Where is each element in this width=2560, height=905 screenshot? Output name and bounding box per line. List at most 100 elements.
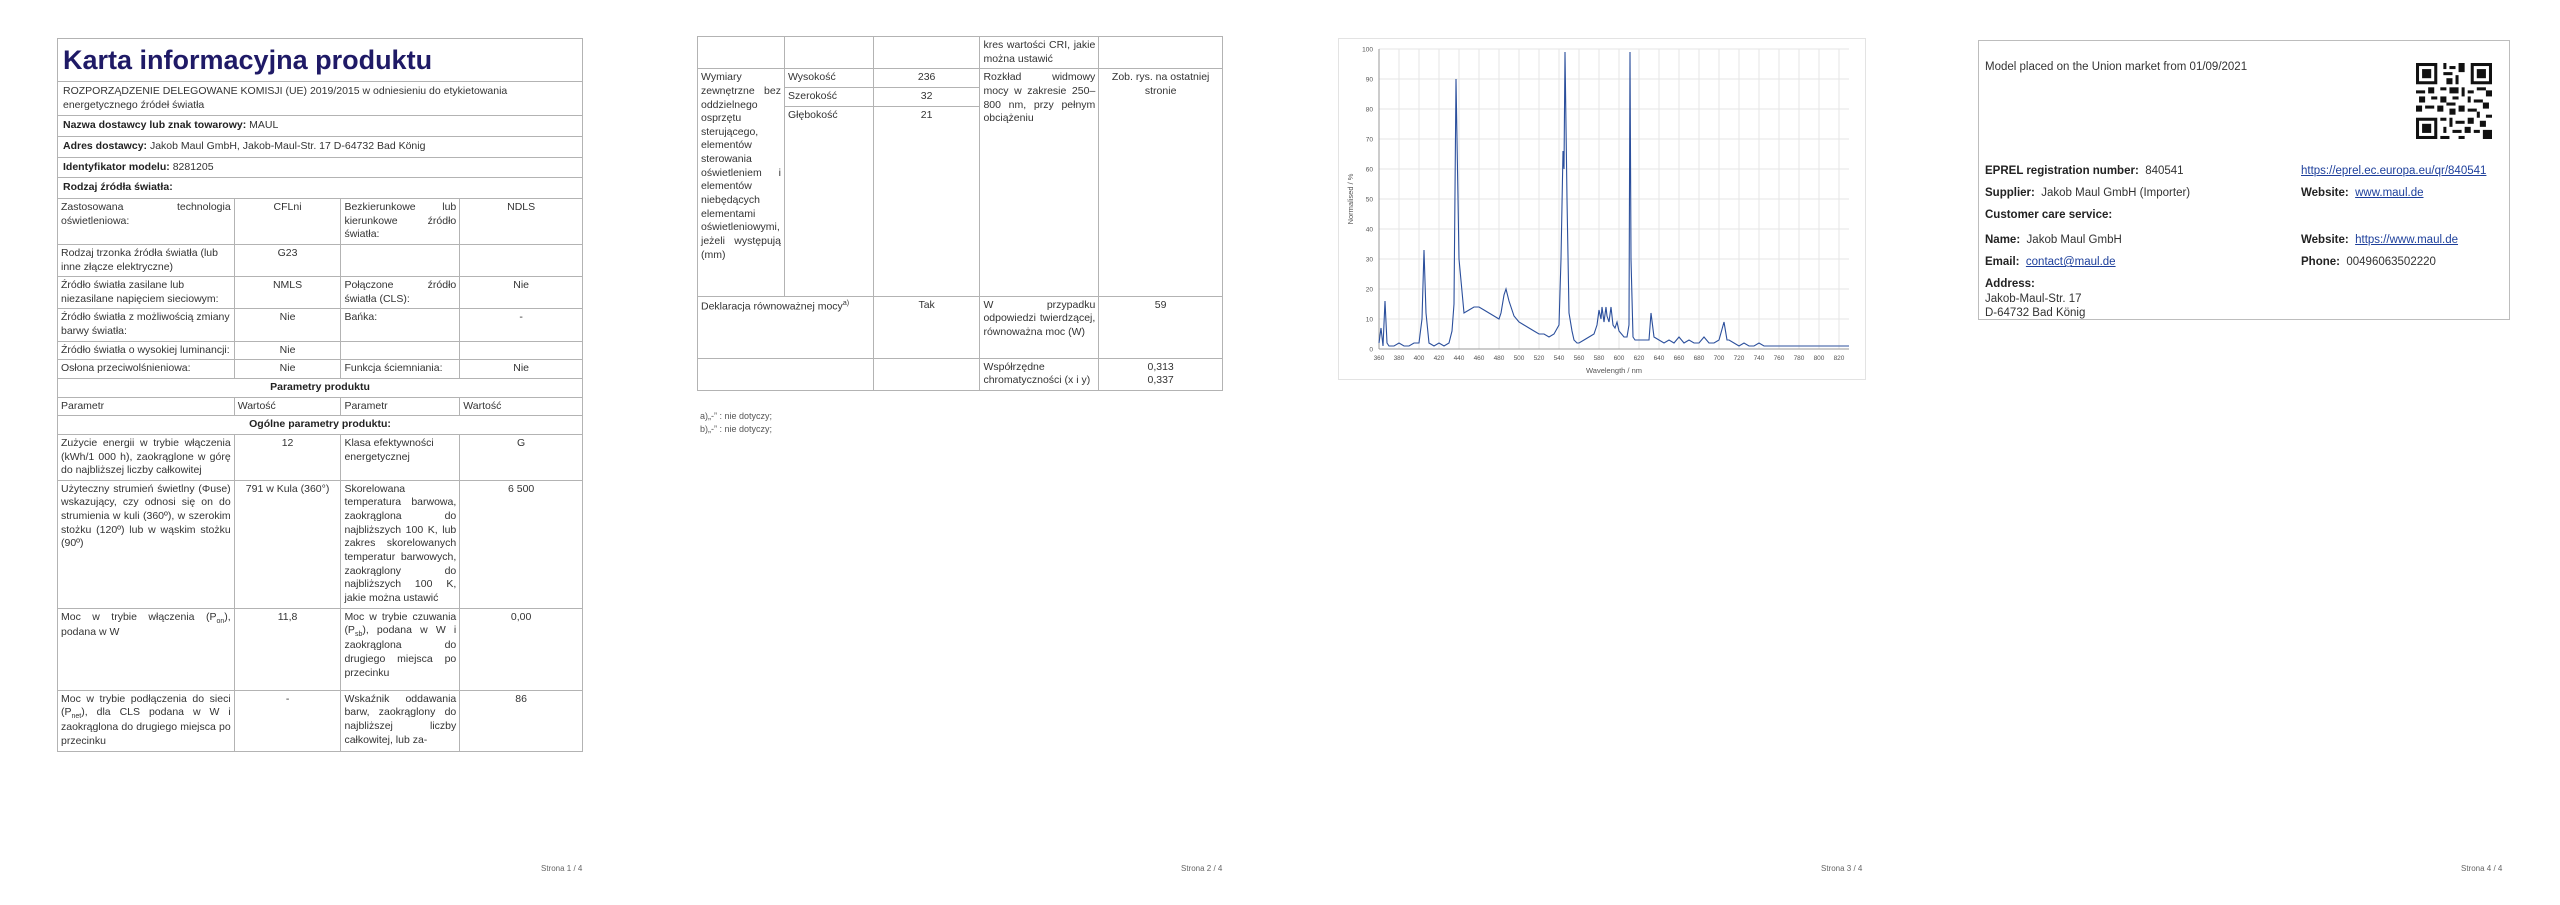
chrom-label: Współrzędne chromatyczności (x i y) (979, 357, 1100, 391)
website-row: Website: www.maul.de (2301, 187, 2424, 199)
light-type-label: Rodzaj źródła światła: (57, 177, 583, 199)
x-tick-label: 360 (1374, 355, 1385, 362)
x-tick-label: 800 (1814, 355, 1825, 362)
y-tick-label: 0 (1369, 347, 1373, 354)
x-tick-label: 720 (1734, 355, 1745, 362)
general-header: Ogólne parametry produktu: (57, 415, 583, 435)
qr-code-icon (2416, 63, 2492, 139)
website-label: Website: (2301, 187, 2349, 199)
row-value: Nie (233, 340, 342, 361)
y-tick-label: 70 (1366, 137, 1374, 144)
x-tick-label: 640 (1654, 355, 1665, 362)
care-name-label: Name: (1985, 234, 2021, 246)
x-tick-label: 420 (1434, 355, 1445, 362)
spd-value: Zob. rys. na ostatniej stronie (1098, 68, 1223, 297)
y-tick-label: 60 (1366, 167, 1374, 174)
col-header: Parametr (340, 396, 461, 417)
phone: 00496063502220 (2346, 256, 2436, 268)
x-tick-label: 760 (1774, 355, 1785, 362)
row-label: Wskaźnik oddawania barw, zaokrąglony do … (340, 689, 461, 752)
params-header: Parametry produktu (57, 377, 583, 398)
website-link[interactable]: www.maul.de (2355, 187, 2423, 199)
row-value: - (233, 689, 342, 752)
table-row: Współrzędne chromatyczności (x i y) 0,31… (697, 357, 1223, 391)
page-number: Strona 3 / 4 (1821, 864, 1863, 873)
eprel-label: EPREL registration number: (1985, 165, 2139, 177)
row-label: Moc w trybie włączenia (Pon), podana w W (57, 607, 235, 691)
row-label: Zużycie energii w trybie włączenia (kWh/… (57, 433, 235, 481)
table-row: Użyteczny strumień świetlny (Φuse) wskaz… (57, 479, 583, 609)
x-tick-label: 480 (1494, 355, 1505, 362)
x-tick-label: 740 (1754, 355, 1765, 362)
row-label: Skorelowana temperatura barwowa, zaokrąg… (340, 479, 461, 609)
row-label: Wysokość (783, 68, 874, 88)
x-tick-label: 380 (1394, 355, 1405, 362)
footnotes: a)„-” : nie dotyczy; b)„-” : nie dotyczy… (700, 408, 772, 434)
x-tick-label: 400 (1414, 355, 1425, 362)
customer-care-label: Customer care service: (1985, 209, 2113, 221)
eprel-info-box: Model placed on the Union market from 01… (1978, 40, 2510, 320)
supplier-address-row: Adres dostawcy: Jakob Maul GmbH, Jakob-M… (57, 136, 583, 158)
supplier-name-label: Nazwa dostawcy lub znak towarowy: (63, 119, 247, 132)
page-number: Strona 1 / 4 (541, 864, 583, 873)
row-value: Nie (459, 276, 583, 310)
y-axis-label: Normalised / % (1346, 173, 1355, 224)
col-header: Parametr (57, 396, 235, 417)
eq-value: Tak (872, 295, 981, 359)
row-label: Moc w trybie czuwania (Psb), podana w W … (340, 607, 461, 691)
row-value: Nie (233, 308, 342, 342)
email-label: Email: (1985, 256, 2020, 268)
care-website-row: Website: https://www.maul.de (2301, 234, 2458, 246)
eprel-row: EPREL registration number: 840541 (1985, 165, 2184, 177)
x-tick-label: 560 (1574, 355, 1585, 362)
dims-label: Wymiary zewnętrzne bez oddzielnego osprz… (697, 68, 785, 297)
email-link[interactable]: contact@maul.de (2026, 256, 2116, 268)
footnote-a: a)„-” : nie dotyczy; (700, 411, 773, 421)
x-tick-label: 680 (1694, 355, 1705, 362)
row-value: 791 w Kula (360°) (233, 479, 342, 609)
eq2-label: W przypadku odpowiedzi twierdzącej, równ… (979, 295, 1100, 359)
address-label: Address: (1985, 278, 2035, 290)
table-row: Osłona przeciwolśnieniowa: Nie Funkcja ś… (57, 359, 583, 379)
x-tick-label: 620 (1634, 355, 1645, 362)
model-id-label: Identyfikator modelu: (63, 160, 170, 173)
row-value: G (459, 433, 583, 481)
page-title: Karta informacyjna produktu (57, 37, 583, 83)
row-label: Zastosowana technologia oświetleniowa: (57, 197, 235, 245)
page-2: kres wartości CRI, jakie można ustawić W… (640, 0, 1280, 905)
address-line-2: D-64732 Bad König (1985, 307, 2086, 319)
product-info-table: Karta informacyjna produktu ROZPORZĄDZEN… (57, 37, 583, 752)
table-row: kres wartości CRI, jakie można ustawić (697, 35, 1223, 70)
table-row: Wymiary zewnętrzne bez oddzielnego osprz… (697, 68, 1223, 297)
x-tick-label: 520 (1534, 355, 1545, 362)
table-row: Moc w trybie podłączenia do sieci (Pnet)… (57, 689, 583, 752)
row-label: Rodzaj trzonka źródła światła (lub inne … (57, 243, 235, 278)
row-label: Szerokość (783, 86, 874, 107)
x-tick-label: 820 (1834, 355, 1845, 362)
y-tick-label: 100 (1362, 47, 1373, 54)
row-label: Połączone źródło światła (CLS): (340, 276, 461, 310)
email-row: Email: contact@maul.de (1985, 256, 2116, 268)
table-row: Rodzaj trzonka źródła światła (lub inne … (57, 243, 583, 278)
table-row: Źródło światła z możliwością zmiany barw… (57, 308, 583, 342)
model-id: 8281205 (172, 160, 214, 173)
row-label: Bańka: (340, 308, 461, 342)
row-value: Nie (233, 359, 342, 379)
supplier: Jakob Maul GmbH (Importer) (2041, 187, 2191, 199)
y-tick-label: 90 (1366, 77, 1374, 84)
row-label: Bezkierunkowe lub kierunkowe źródło świa… (340, 197, 461, 245)
row-value: NDLS (459, 197, 583, 245)
care-website-link[interactable]: https://www.maul.de (2355, 234, 2458, 246)
row-label: kres wartości CRI, jakie można ustawić (979, 35, 1100, 70)
y-tick-label: 50 (1366, 197, 1374, 204)
care-name: Jakob Maul GmbH (2026, 234, 2122, 246)
eq-label: Deklaracja równoważnej mocya) (697, 295, 874, 359)
table-row: Moc w trybie włączenia (Pon), podana w W… (57, 607, 583, 691)
row-value: - (459, 308, 583, 342)
eq2-value: 59 (1098, 295, 1223, 359)
x-tick-label: 580 (1594, 355, 1605, 362)
eprel-link[interactable]: https://eprel.ec.europa.eu/qr/840541 (2301, 165, 2486, 177)
care-name-row: Name: Jakob Maul GmbH (1985, 234, 2122, 246)
row-label: Funkcja ściemniania: (340, 359, 461, 379)
row-value: 11,8 (233, 607, 342, 691)
